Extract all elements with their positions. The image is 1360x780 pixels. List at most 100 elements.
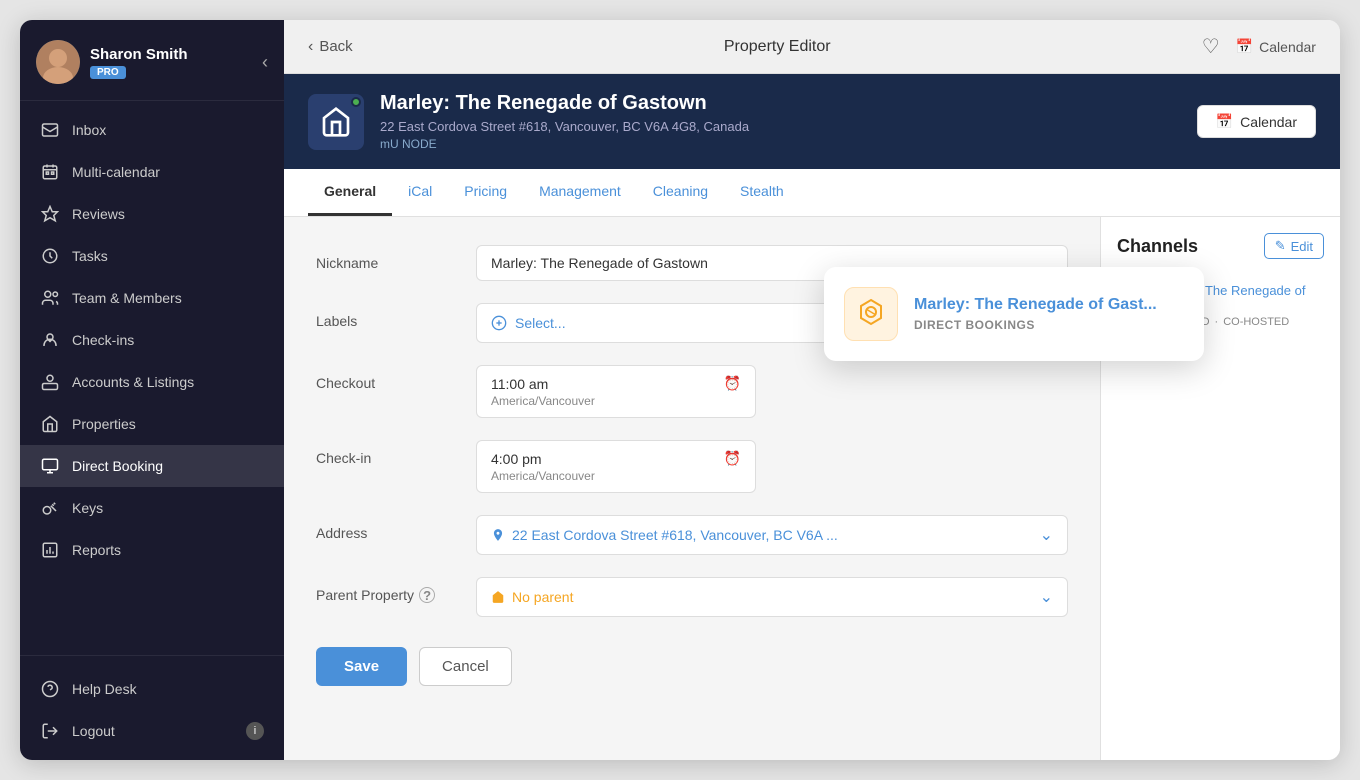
sidebar-item-inbox[interactable]: Inbox [20,109,284,151]
checkin-clock-icon: ⏰ [724,450,741,467]
star-icon [40,204,60,224]
address-text: 22 East Cordova Street #618, Vancouver, … [491,527,838,543]
back-label: Back [319,38,352,55]
checkout-timezone: America/Vancouver [491,394,741,408]
parent-property-label: Parent Property ? [316,577,476,603]
labels-label: Labels [316,303,476,329]
tab-pricing[interactable]: Pricing [448,169,523,216]
topbar: ‹ Back Property Editor ♡ 📅 Calendar [284,20,1340,74]
tabs-bar: General iCal Pricing Management Cleaning… [284,169,1340,217]
home-icon [40,414,60,434]
property-name: Marley: The Renegade of Gastown [380,92,1181,115]
labels-placeholder: Select... [491,315,566,331]
property-info: Marley: The Renegade of Gastown 22 East … [380,92,1181,151]
checkin-time-value: 4:00 pm ⏰ [491,450,741,467]
status-cohosted: CO-HOSTED [1223,316,1289,328]
sidebar-item-label: Accounts & Listings [72,374,194,390]
sidebar-item-label: Keys [72,500,103,516]
checkin-input-wrap: 4:00 pm ⏰ America/Vancouver [476,440,1068,493]
tab-stealth[interactable]: Stealth [724,169,800,216]
checkout-time: 11:00 am [491,376,548,392]
tab-cleaning[interactable]: Cleaning [637,169,724,216]
parent-property-row: Parent Property ? No parent ⌄ [316,577,1068,617]
notification-icon[interactable]: ♡ [1202,34,1220,59]
address-chevron-icon: ⌄ [1040,525,1053,545]
sidebar-item-accounts-listings[interactable]: Accounts & Listings [20,361,284,403]
sidebar-item-multi-calendar[interactable]: Multi-calendar [20,151,284,193]
sidebar-item-label: Direct Booking [72,458,163,474]
parent-label-text: Parent Property [316,587,414,603]
popup-info: Marley: The Renegade of Gast... DIRECT B… [914,296,1157,332]
tab-ical[interactable]: iCal [392,169,448,216]
reports-icon [40,540,60,560]
sidebar-item-label: Check-ins [72,332,134,348]
parent-text: No parent [491,589,573,605]
sidebar-item-label: Help Desk [72,681,137,697]
direct-booking-icon [40,456,60,476]
checkin-icon [40,330,60,350]
checkout-row: Checkout 11:00 am ⏰ America/Vancouver [316,365,1068,418]
parent-value: No parent [512,589,573,605]
back-button[interactable]: ‹ Back [308,38,353,56]
sidebar-item-properties[interactable]: Properties [20,403,284,445]
avatar [36,40,80,84]
sidebar-item-logout[interactable]: Logout i [20,710,284,752]
sidebar-item-label: Tasks [72,248,108,264]
sidebar-collapse-button[interactable]: ‹ [262,52,268,73]
nickname-label: Nickname [316,245,476,271]
checkout-input[interactable]: 11:00 am ⏰ America/Vancouver [476,365,756,418]
sidebar-item-reviews[interactable]: Reviews [20,193,284,235]
parent-chevron-icon: ⌄ [1040,587,1053,607]
cancel-button[interactable]: Cancel [419,647,512,686]
checkin-row: Check-in 4:00 pm ⏰ America/Vancouver [316,440,1068,493]
checkout-time-value: 11:00 am ⏰ [491,375,741,392]
tab-general[interactable]: General [308,169,392,216]
property-calendar-button[interactable]: 📅 Calendar [1197,105,1316,138]
checkout-label: Checkout [316,365,476,391]
sidebar-item-direct-booking[interactable]: Direct Booking [20,445,284,487]
sidebar-item-label: Properties [72,416,136,432]
page-title: Property Editor [724,38,831,56]
back-arrow-icon: ‹ [308,38,313,56]
calendar-icon: 📅 [1236,38,1253,55]
calendar-btn-icon: 📅 [1216,113,1233,130]
topbar-calendar-button[interactable]: 📅 Calendar [1236,38,1316,55]
parent-help-icon: ? [419,587,435,603]
help-icon [40,679,60,699]
calendar-btn-label: Calendar [1240,114,1297,130]
checkout-clock-icon: ⏰ [724,375,741,392]
property-header: Marley: The Renegade of Gastown 22 East … [284,74,1340,169]
calendar-label: Calendar [1259,39,1316,55]
address-input-wrap: 22 East Cordova Street #618, Vancouver, … [476,515,1068,555]
address-row: Address 22 East Cordova Street #618, Van… [316,515,1068,555]
sidebar-item-help-desk[interactable]: Help Desk [20,668,284,710]
property-address: 22 East Cordova Street #618, Vancouver, … [380,119,1181,134]
tasks-icon [40,246,60,266]
logout-icon [40,721,60,741]
address-value: 22 East Cordova Street #618, Vancouver, … [512,527,838,543]
parent-property-select[interactable]: No parent ⌄ [476,577,1068,617]
labels-select-placeholder: Select... [515,315,566,331]
address-input[interactable]: 22 East Cordova Street #618, Vancouver, … [476,515,1068,555]
checkin-time: 4:00 pm [491,451,542,467]
team-icon [40,288,60,308]
tab-management[interactable]: Management [523,169,637,216]
sidebar-user: Sharon Smith PRO [36,40,188,84]
calendar-multi-icon [40,162,60,182]
channels-edit-button[interactable]: ✎ Edit [1264,233,1324,259]
sidebar-item-team-members[interactable]: Team & Members [20,277,284,319]
save-button[interactable]: Save [316,647,407,686]
sidebar: Sharon Smith PRO ‹ Inbox Multi-calendar [20,20,284,760]
sidebar-item-reports[interactable]: Reports [20,529,284,571]
sidebar-item-label: Multi-calendar [72,164,160,180]
sidebar-nav: Inbox Multi-calendar Reviews [20,101,284,655]
sidebar-item-tasks[interactable]: Tasks [20,235,284,277]
sidebar-item-label: Reports [72,542,121,558]
user-name: Sharon Smith [90,46,188,63]
sidebar-item-check-ins[interactable]: Check-ins [20,319,284,361]
checkin-input[interactable]: 4:00 pm ⏰ America/Vancouver [476,440,756,493]
sidebar-item-keys[interactable]: Keys [20,487,284,529]
edit-icon: ✎ [1275,238,1286,254]
booking-popup: Marley: The Renegade of Gast... DIRECT B… [824,267,1204,361]
sidebar-item-label: Team & Members [72,290,182,306]
